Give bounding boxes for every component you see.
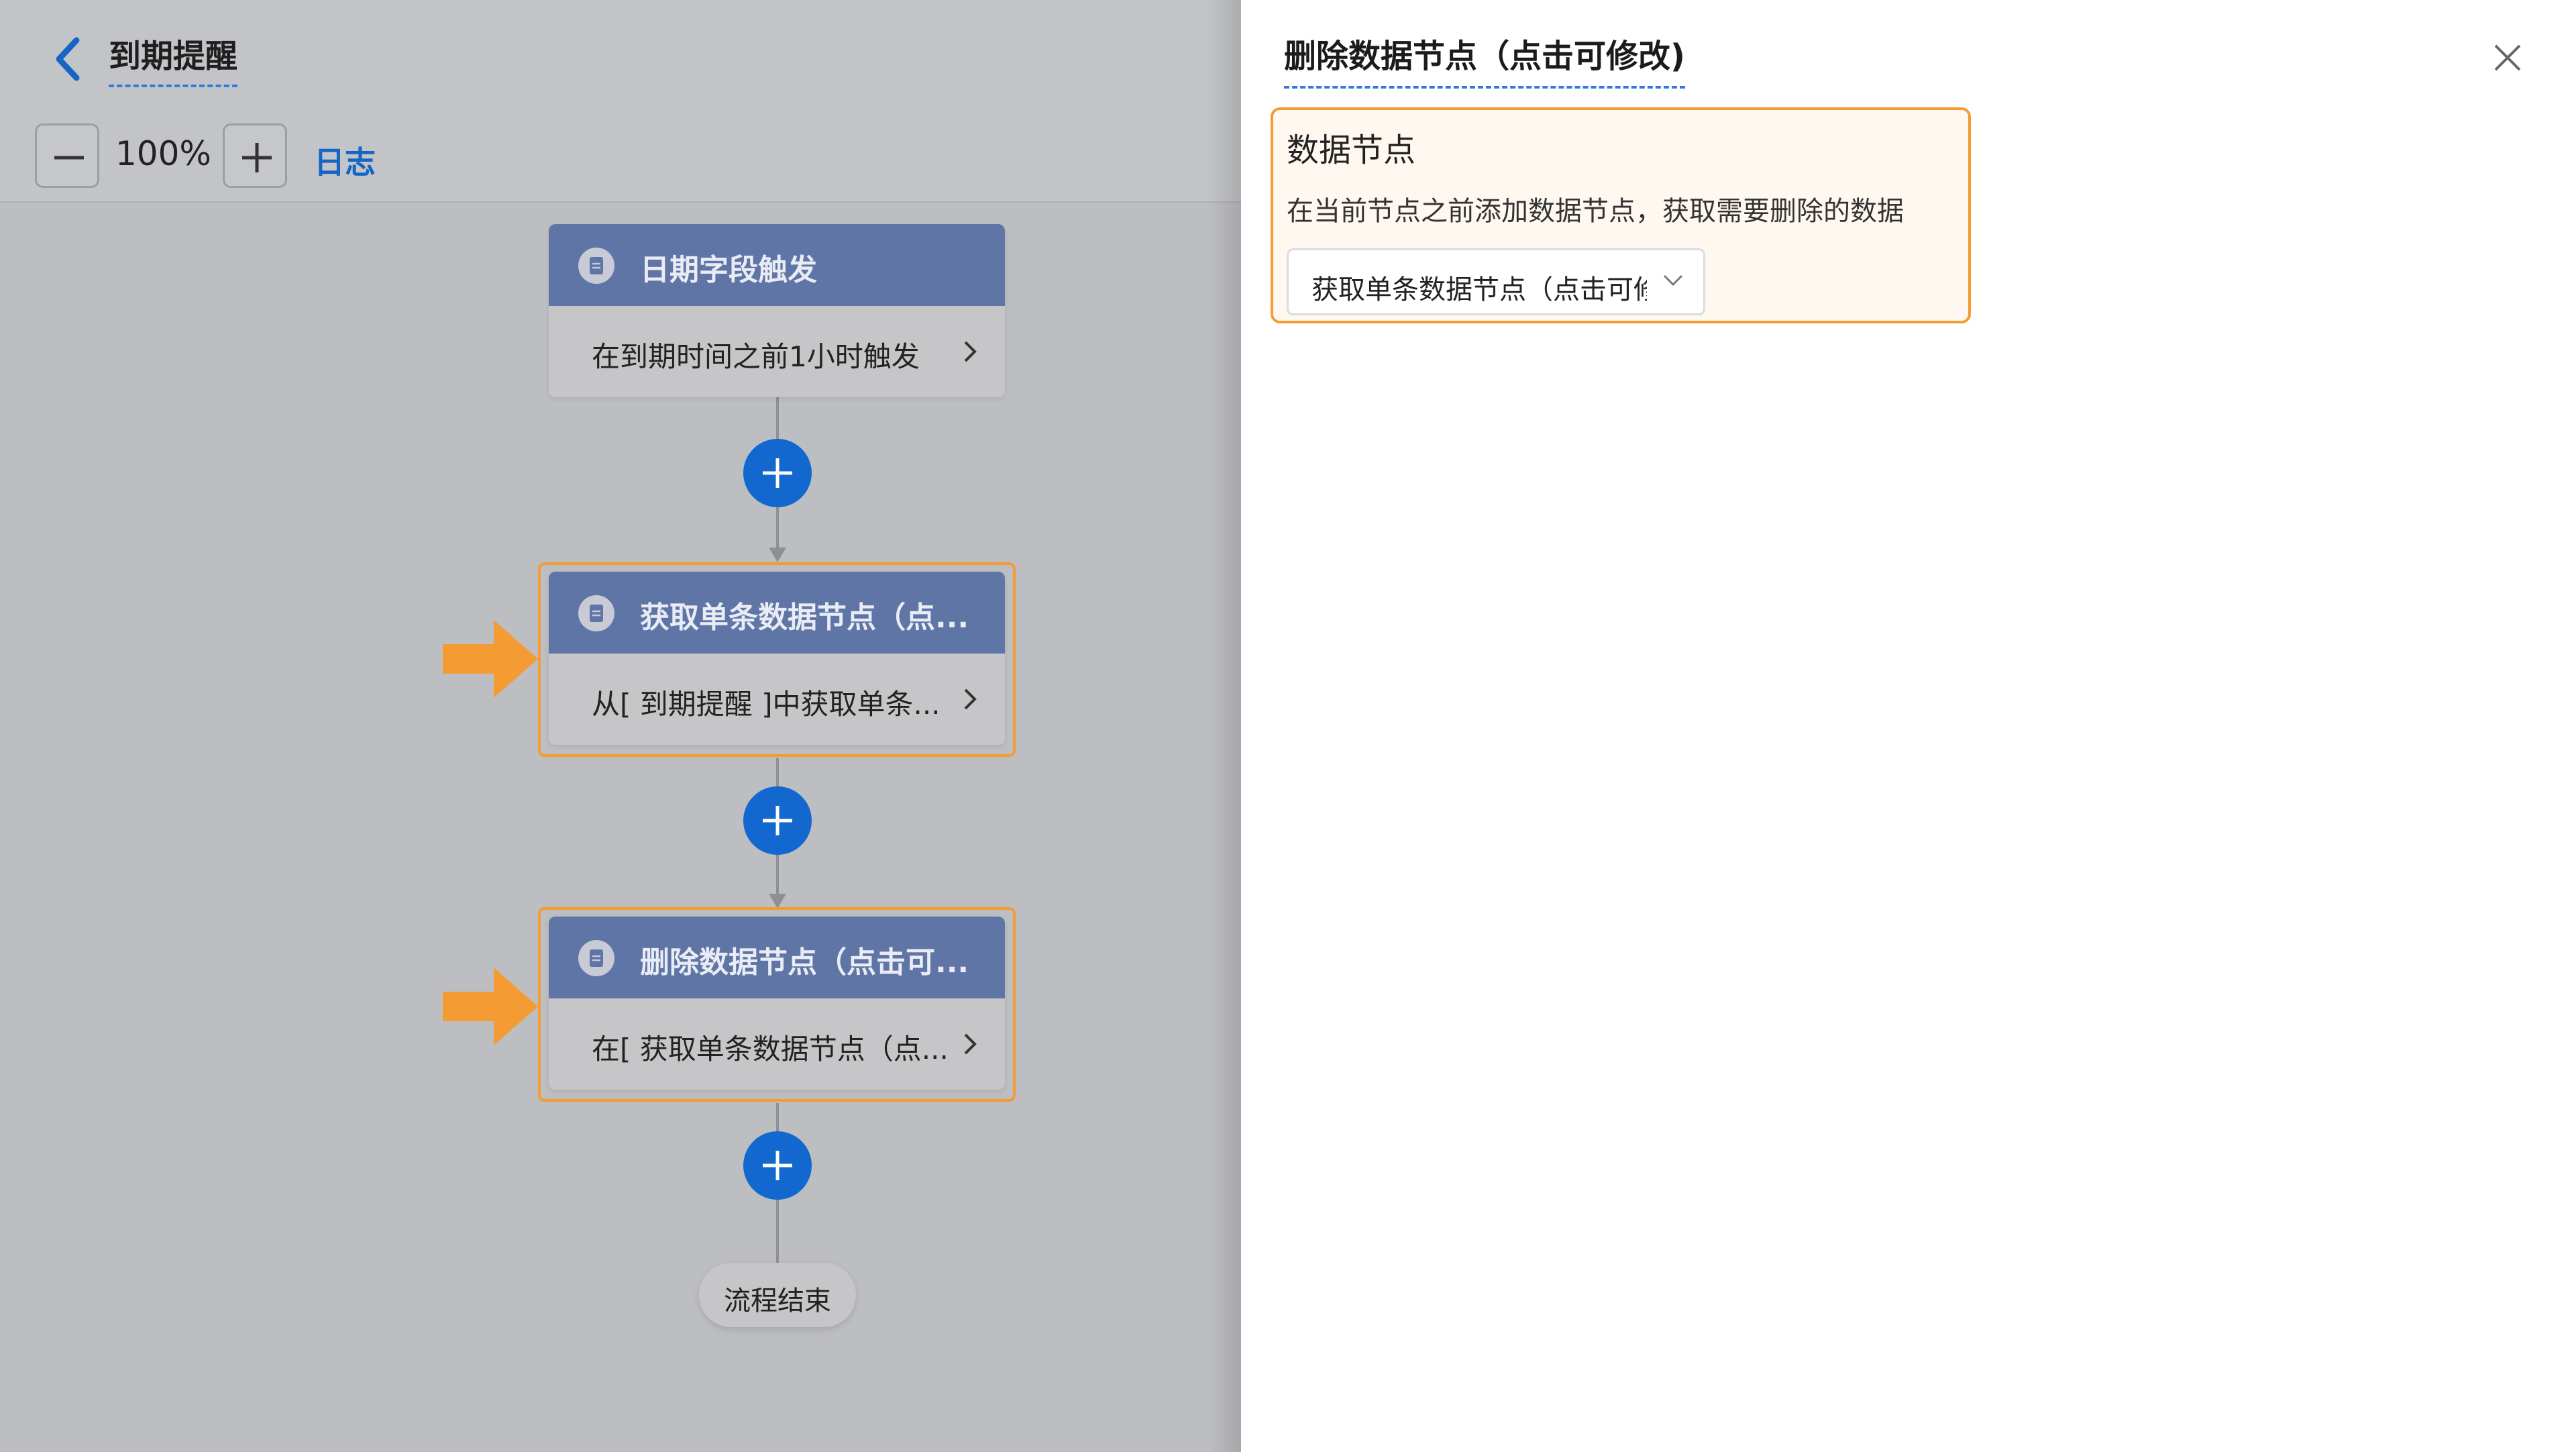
node-body: 从[ 到期提醒 ]中获取单条... (549, 654, 1005, 745)
panel-title[interactable]: 删除数据节点（点击可修改) (1284, 30, 1685, 89)
chevron-down-icon (1663, 274, 1683, 287)
chevron-right-icon (964, 688, 977, 710)
chevron-right-icon (964, 341, 977, 362)
node-header: 日期字段触发 (549, 224, 1005, 306)
page-title: 到期提醒 (109, 30, 238, 87)
data-node-select[interactable]: 获取单条数据节点（点击可修改） (1287, 248, 1705, 315)
flow-node-trigger[interactable]: 日期字段触发 在到期时间之前1小时触发 (549, 224, 1005, 397)
node-description: 在[ 获取单条数据节点（点... (592, 1033, 949, 1066)
node-description: 从[ 到期提醒 ]中获取单条... (592, 688, 941, 721)
data-node-card: 数据节点 在当前节点之前添加数据节点，获取需要删除的数据 获取单条数据节点（点击… (1271, 107, 1971, 323)
node-header: 删除数据节点（点击可... (549, 917, 1005, 998)
node-body: 在[ 获取单条数据节点（点... (549, 998, 1005, 1090)
close-icon[interactable] (2493, 43, 2522, 72)
node-title: 删除数据节点（点击可... (640, 945, 969, 980)
plus-icon (242, 143, 272, 172)
add-node-button[interactable] (743, 1131, 812, 1200)
zoom-level: 100% (115, 134, 211, 173)
card-description: 在当前节点之前添加数据节点，获取需要删除的数据 (1287, 196, 1904, 227)
node-title: 获取单条数据节点（点... (640, 601, 969, 635)
node-description: 在到期时间之前1小时触发 (592, 340, 920, 373)
node-body: 在到期时间之前1小时触发 (549, 306, 1005, 397)
document-icon (578, 248, 614, 284)
zoom-out-button[interactable] (35, 123, 99, 188)
highlight-arrow-icon (443, 620, 538, 698)
log-link[interactable]: 日志 (314, 138, 376, 183)
chevron-right-icon (964, 1033, 977, 1055)
flow-canvas: 到期提醒 100% 日志 日期字段触发 在到期时间之前1小时触发 获取单条数据节… (0, 0, 1241, 1452)
plus-icon (763, 1151, 792, 1180)
minus-icon (54, 156, 84, 160)
top-toolbar: 到期提醒 100% 日志 (0, 0, 1241, 203)
panel-shadow (1208, 0, 1241, 1452)
document-icon (578, 940, 614, 976)
node-title: 日期字段触发 (640, 253, 817, 287)
flow-end-label: 流程结束 (724, 1286, 831, 1316)
add-node-button[interactable] (743, 439, 812, 507)
select-value: 获取单条数据节点（点击可修改） (1311, 274, 1647, 305)
node-header: 获取单条数据节点（点... (549, 572, 1005, 654)
arrow-down-icon (769, 894, 786, 909)
arrow-down-icon (769, 548, 786, 562)
add-node-button[interactable] (743, 786, 812, 855)
zoom-in-button[interactable] (223, 123, 287, 188)
card-title: 数据节点 (1287, 132, 1416, 169)
flow-end: 流程结束 (699, 1263, 856, 1327)
flow-node-get-single[interactable]: 获取单条数据节点（点... 从[ 到期提醒 ]中获取单条... (549, 572, 1005, 745)
back-chevron-icon[interactable] (48, 32, 89, 86)
node-settings-panel: 删除数据节点（点击可修改) 数据节点 在当前节点之前添加数据节点，获取需要删除的… (1241, 0, 2576, 1452)
plus-icon (763, 458, 792, 488)
highlight-arrow-icon (443, 968, 538, 1045)
flow-node-delete[interactable]: 删除数据节点（点击可... 在[ 获取单条数据节点（点... (549, 917, 1005, 1090)
plus-icon (763, 806, 792, 835)
document-icon (578, 595, 614, 631)
